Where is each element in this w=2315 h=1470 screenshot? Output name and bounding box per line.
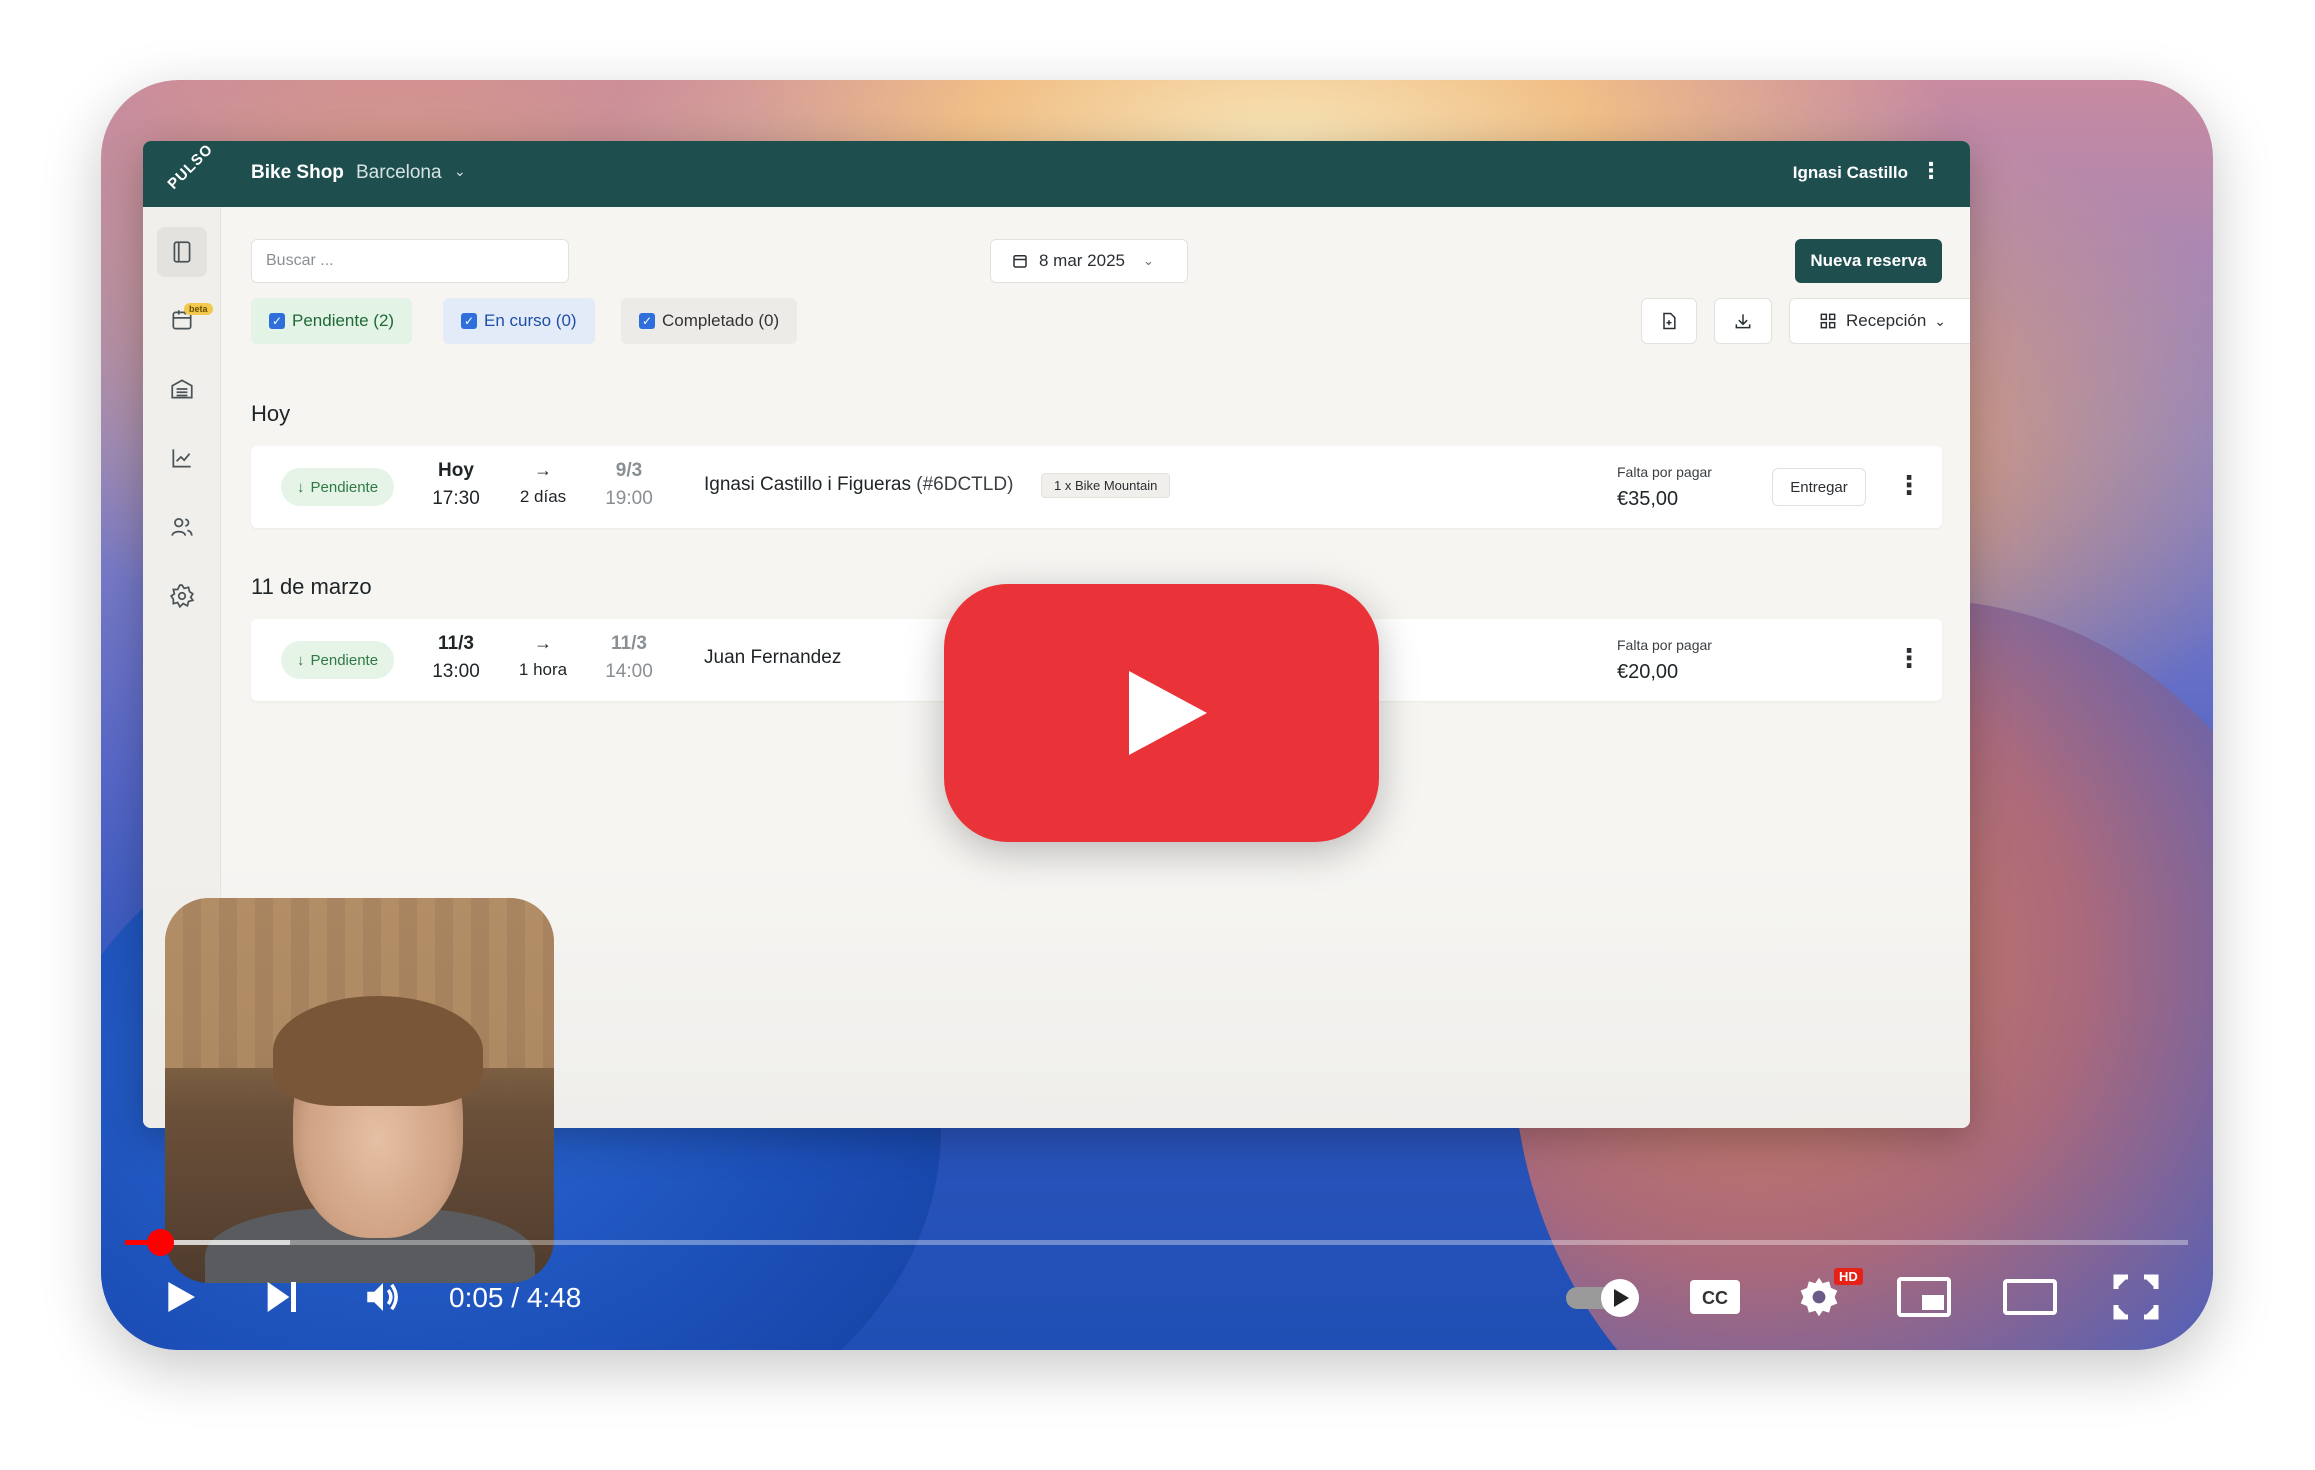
autoplay-toggle[interactable] bbox=[1564, 1272, 1644, 1322]
volume-icon bbox=[367, 1283, 398, 1311]
users-icon bbox=[171, 518, 193, 536]
line-chart-icon bbox=[172, 449, 191, 468]
section-title: 11 de marzo bbox=[251, 574, 372, 599]
customer-name[interactable]: Ignasi Castillo i Figueras (#6DCTLD) bbox=[704, 474, 1013, 496]
svg-text:CC: CC bbox=[1702, 1288, 1728, 1308]
sidebar-item-bookings[interactable] bbox=[157, 227, 207, 277]
play-icon bbox=[168, 1282, 195, 1312]
view-label: Recepción bbox=[1845, 311, 1927, 330]
filter-pending[interactable]: ✓ Pendiente (2) bbox=[251, 298, 413, 344]
pulso-logo[interactable]: PULSO bbox=[157, 141, 216, 202]
search-input[interactable]: Buscar ... bbox=[251, 239, 569, 283]
theater-mode-icon bbox=[2003, 1279, 2057, 1315]
skip-next-icon bbox=[267, 1282, 296, 1312]
sidebar-item-customers[interactable] bbox=[157, 502, 207, 552]
arrow-right-icon: → bbox=[534, 460, 552, 480]
closed-captions-icon: CC bbox=[1690, 1280, 1740, 1314]
arrow-right-icon: → bbox=[534, 633, 552, 653]
sidebar-item-settings[interactable] bbox=[157, 571, 207, 621]
grid-icon bbox=[1820, 313, 1836, 329]
play-icon bbox=[1128, 671, 1207, 755]
hd-badge: HD bbox=[1834, 1268, 1863, 1285]
filter-label: En curso (0) bbox=[484, 311, 577, 330]
duration-cell: → 1 hora bbox=[503, 633, 583, 680]
more-vertical-icon[interactable]: ⋮ bbox=[1920, 158, 1942, 184]
gear-icon bbox=[169, 584, 195, 609]
webcam-person-hair bbox=[273, 996, 483, 1106]
shop-name: Bike Shop bbox=[251, 162, 344, 183]
progress-track[interactable] bbox=[125, 1240, 2188, 1245]
more-vertical-icon[interactable]: ⋮ bbox=[1896, 643, 1922, 674]
volume-button[interactable] bbox=[356, 1272, 410, 1322]
chevron-down-icon: ⌄ bbox=[1934, 312, 1947, 329]
user-name[interactable]: Ignasi Castillo bbox=[1793, 163, 1908, 183]
filter-label: Completado (0) bbox=[662, 311, 780, 330]
start-cell: 11/3 13:00 bbox=[432, 633, 480, 682]
start-cell: Hoy 17:30 bbox=[432, 460, 480, 509]
arrow-down-icon: ↓ bbox=[297, 478, 305, 496]
booking-row[interactable]: ↓ Pendiente Hoy 17:30 → 2 días 9/3 19:00… bbox=[251, 446, 1942, 528]
selected-date: 8 mar 2025 bbox=[1039, 251, 1125, 270]
payment-due: Falta por pagar €20,00 bbox=[1617, 637, 1712, 683]
item-tag: 1 x Bike Mountain bbox=[1041, 473, 1171, 498]
download-icon bbox=[1735, 314, 1751, 329]
warehouse-icon bbox=[171, 379, 193, 399]
filter-label: Pendiente (2) bbox=[292, 311, 395, 330]
notebook-icon bbox=[173, 241, 191, 263]
big-play-button[interactable] bbox=[944, 584, 1379, 842]
download-button[interactable] bbox=[1714, 298, 1772, 344]
location-selector[interactable]: Barcelona bbox=[356, 162, 442, 184]
miniplayer-button[interactable] bbox=[1896, 1272, 1952, 1322]
date-picker[interactable]: 8 mar 2025 ⌄ bbox=[990, 239, 1188, 283]
chevron-down-icon: ⌄ bbox=[1143, 253, 1154, 268]
file-icon bbox=[1663, 312, 1676, 330]
new-booking-button[interactable]: Nueva reserva bbox=[1795, 239, 1942, 283]
payment-due: Falta por pagar €35,00 bbox=[1617, 464, 1712, 510]
duration-cell: → 2 días bbox=[503, 460, 583, 507]
chevron-down-icon[interactable]: ⌄ bbox=[454, 163, 466, 180]
fullscreen-icon bbox=[2113, 1274, 2159, 1320]
captions-button[interactable]: CC bbox=[1688, 1272, 1742, 1322]
arrow-down-icon: ↓ bbox=[297, 651, 305, 669]
status-badge: ↓ Pendiente bbox=[281, 468, 395, 506]
webcam-overlay bbox=[165, 898, 554, 1283]
play-button[interactable] bbox=[155, 1272, 205, 1322]
deliver-button[interactable]: Entregar bbox=[1772, 468, 1866, 506]
theater-mode-button[interactable] bbox=[2002, 1272, 2058, 1322]
checkbox-checked-icon[interactable]: ✓ bbox=[269, 313, 285, 329]
next-button[interactable] bbox=[256, 1272, 306, 1322]
more-vertical-icon[interactable]: ⋮ bbox=[1896, 470, 1922, 501]
fullscreen-button[interactable] bbox=[2108, 1272, 2164, 1322]
status-badge: ↓ Pendiente bbox=[281, 641, 395, 679]
checkbox-checked-icon[interactable]: ✓ bbox=[639, 313, 655, 329]
top-bar: PULSO Bike Shop Barcelona ⌄ Ignasi Casti… bbox=[143, 141, 1970, 207]
end-cell: 9/3 19:00 bbox=[605, 460, 653, 509]
sidebar-item-inventory[interactable] bbox=[157, 364, 207, 414]
sidebar-item-analytics[interactable] bbox=[157, 433, 207, 483]
calendar-icon bbox=[1013, 255, 1027, 268]
checkbox-checked-icon[interactable]: ✓ bbox=[461, 313, 477, 329]
miniplayer-icon bbox=[1897, 1277, 1951, 1317]
customer-name[interactable]: Juan Fernandez bbox=[704, 647, 841, 669]
section-title: Hoy bbox=[251, 401, 291, 426]
beta-badge: beta bbox=[184, 303, 213, 315]
scrubber-handle[interactable] bbox=[146, 1229, 174, 1256]
time-display: 0:05 / 4:48 bbox=[449, 1282, 582, 1313]
filter-in-progress[interactable]: ✓ En curso (0) bbox=[443, 298, 595, 344]
filter-completed[interactable]: ✓ Completado (0) bbox=[621, 298, 798, 344]
autoplay-toggle-icon bbox=[1566, 1279, 1639, 1317]
end-cell: 11/3 14:00 bbox=[605, 633, 653, 682]
export-pdf-button[interactable] bbox=[1641, 298, 1697, 344]
view-selector[interactable]: Recepción ⌄ bbox=[1789, 298, 1970, 344]
